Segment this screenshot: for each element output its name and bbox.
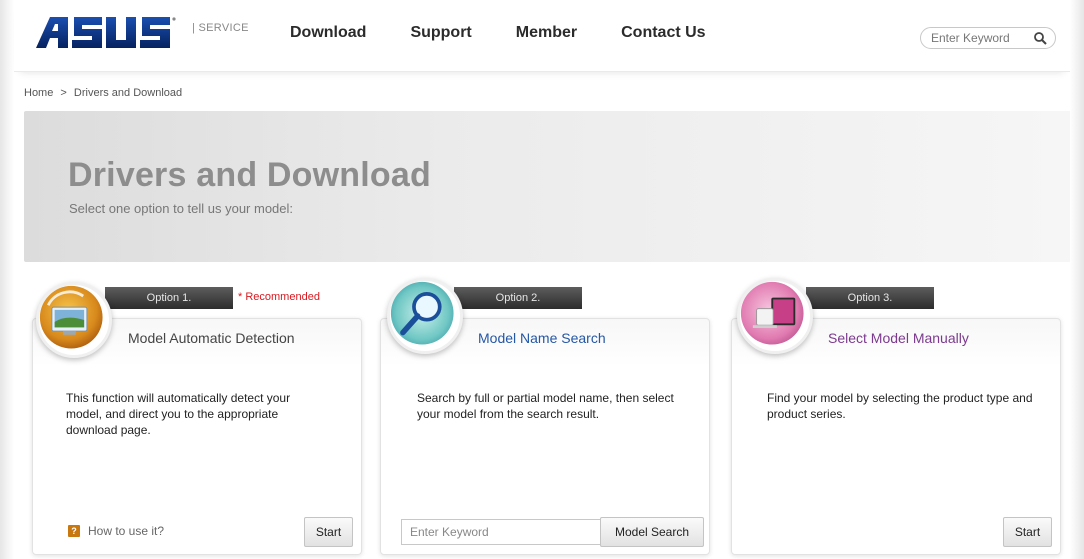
how-to-use-link[interactable]: ? How to use it? bbox=[68, 524, 164, 538]
option-3-description: Find your model by selecting the product… bbox=[767, 391, 1033, 421]
option-2-description: Search by full or partial model name, th… bbox=[417, 391, 674, 421]
option-1-circle bbox=[36, 282, 112, 358]
option-3-title: Select Model Manually bbox=[828, 330, 969, 346]
site-header: | SERVICE Download Support Member Contac… bbox=[14, 0, 1070, 72]
nav-contact-us[interactable]: Contact Us bbox=[621, 24, 705, 42]
nav-member[interactable]: Member bbox=[516, 24, 577, 42]
main-nav: Download Support Member Contact Us bbox=[290, 24, 750, 42]
option-tab-2: Option 2. bbox=[454, 287, 582, 309]
option-1-description: This function will automatically detect … bbox=[66, 391, 291, 437]
breadcrumb: Home > Drivers and Download bbox=[24, 87, 186, 99]
breadcrumb-home[interactable]: Home bbox=[24, 87, 53, 99]
model-search-button[interactable]: Model Search bbox=[600, 517, 704, 547]
page-title: Drivers and Download bbox=[68, 156, 431, 194]
model-keyword-input[interactable] bbox=[401, 519, 601, 545]
option-1-title: Model Automatic Detection bbox=[128, 330, 295, 346]
how-to-use-label: How to use it? bbox=[88, 524, 165, 538]
page: | SERVICE Download Support Member Contac… bbox=[0, 0, 1084, 559]
start-manual-select-button[interactable]: Start bbox=[1003, 517, 1052, 547]
hero-banner: Drivers and Download Select one option t… bbox=[24, 111, 1072, 262]
nav-support[interactable]: Support bbox=[410, 24, 471, 42]
option-2-circle bbox=[387, 278, 463, 354]
search-icon[interactable] bbox=[1033, 31, 1047, 45]
service-label: | SERVICE bbox=[192, 22, 249, 34]
devices-icon bbox=[740, 281, 804, 345]
nav-download[interactable]: Download bbox=[290, 24, 366, 42]
monitor-detect-icon bbox=[39, 285, 103, 349]
header-search-input[interactable] bbox=[921, 31, 1029, 45]
start-auto-detect-button[interactable]: Start bbox=[304, 517, 353, 547]
question-icon: ? bbox=[68, 525, 80, 537]
option-2-title: Model Name Search bbox=[478, 330, 606, 346]
breadcrumb-current: Drivers and Download bbox=[73, 87, 183, 99]
option-3-circle bbox=[737, 278, 813, 354]
recommended-badge: * Recommended bbox=[238, 291, 320, 303]
option-tab-1: Option 1. bbox=[105, 287, 233, 309]
magnifier-icon bbox=[390, 281, 454, 345]
header-search bbox=[920, 27, 1056, 49]
breadcrumb-separator: > bbox=[60, 87, 67, 99]
asus-logo[interactable] bbox=[36, 14, 176, 50]
option-tab-3: Option 3. bbox=[806, 287, 934, 309]
page-subtitle: Select one option to tell us your model: bbox=[69, 201, 294, 216]
